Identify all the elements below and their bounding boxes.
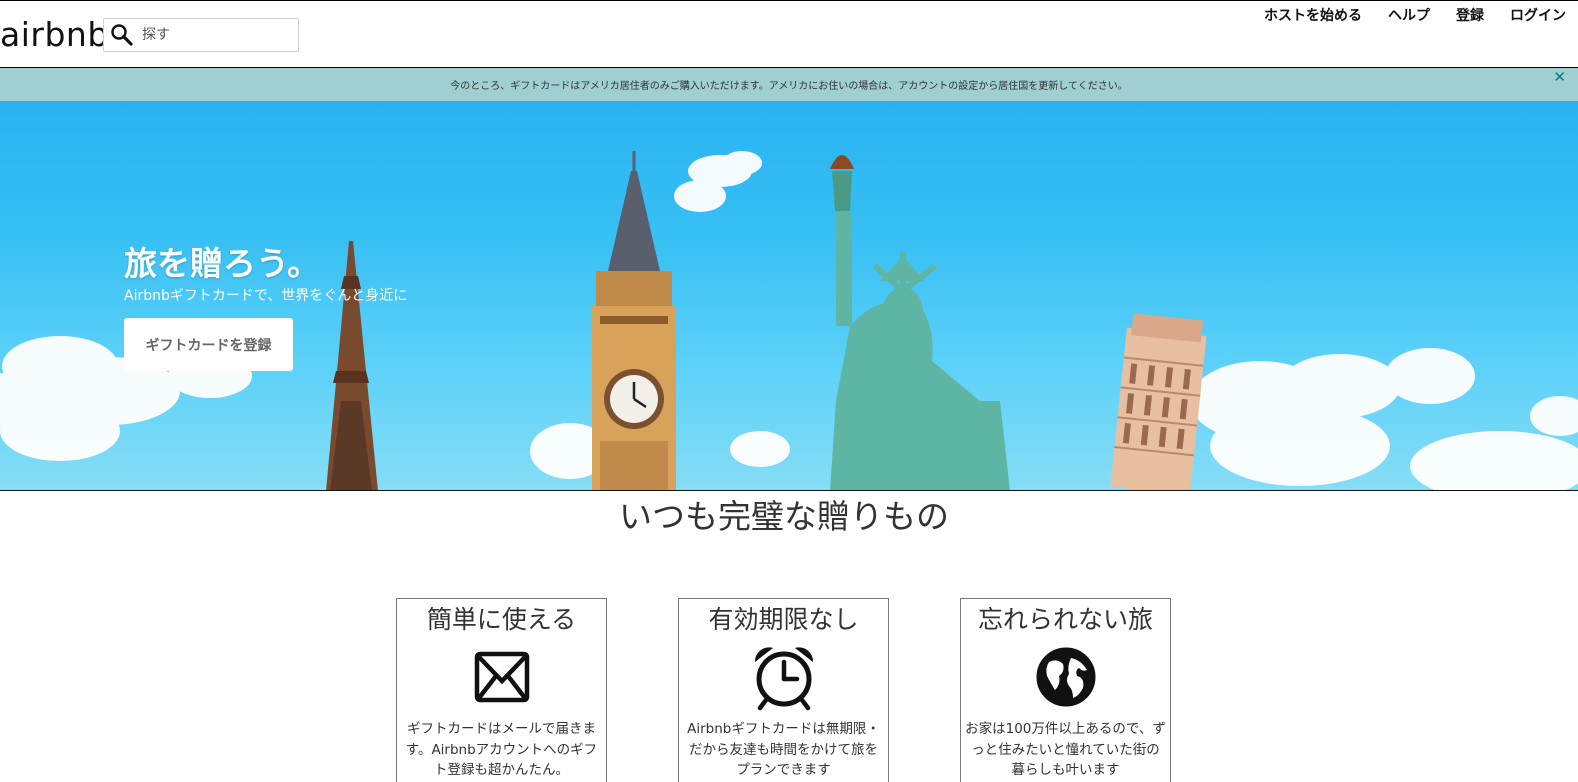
section-title: いつも完璧な贈りもの bbox=[619, 497, 949, 536]
search-box[interactable] bbox=[103, 18, 299, 52]
notice-banner: 今のところ、ギフトカードはアメリカ居住者のみご購入いただけます。アメリカにお住い… bbox=[0, 68, 1578, 101]
card-title: 簡単に使える bbox=[426, 605, 577, 634]
search-input[interactable] bbox=[142, 21, 292, 49]
hero-banner: 旅を贈ろう。 Airbnbギフトカードで、世界をぐんと身近に ギフトカードを登録 bbox=[0, 101, 1578, 491]
card-text: Airbnbギフトカードは無期限・だから友達も時間をかけて旅をプランできます bbox=[687, 721, 880, 778]
feature-card-memorable: 忘れられない旅 お家は100万件以上あるので、ずっと住みたいと憧れていた街の暮ら… bbox=[960, 598, 1171, 782]
register-gift-card-button[interactable]: ギフトカードを登録 bbox=[124, 318, 293, 371]
hero-subtitle: Airbnbギフトカードで、世界をぐんと身近に bbox=[124, 288, 408, 304]
card-title: 有効期限なし bbox=[708, 605, 859, 634]
top-nav: ホストを始める ヘルプ 登録 ログイン bbox=[1238, 5, 1566, 25]
search-icon[interactable] bbox=[108, 21, 136, 49]
nav-help[interactable]: ヘルプ bbox=[1388, 5, 1430, 25]
card-text: ギフトカードはメールで届きます。Airbnbアカウントへのギフト登録も超かんたん… bbox=[405, 721, 598, 778]
card-title: 忘れられない旅 bbox=[977, 605, 1153, 634]
airbnb-logo[interactable]: airbnb bbox=[0, 15, 109, 54]
feature-card-easy: 簡単に使える ギフトカードはメールで届きます。Airbnbアカウントへのギフト登… bbox=[396, 598, 607, 782]
nav-signup[interactable]: 登録 bbox=[1456, 5, 1484, 25]
notice-message: 今のところ、ギフトカードはアメリカ居住者のみご購入いただけます。アメリカにお住い… bbox=[450, 81, 1128, 92]
feature-card-no-expiry: 有効期限なし Airbnbギフトカードは無期限・だから友達も時間をかけて旅をプラ… bbox=[678, 598, 889, 782]
top-header: airbnb ホストを始める ヘルプ 登録 ログイン bbox=[0, 0, 1578, 68]
globe-icon bbox=[1031, 642, 1101, 712]
card-text: お家は100万件以上あるので、ずっと住みたいと憧れていた街の暮らしも叶います bbox=[965, 721, 1166, 778]
close-icon[interactable]: ✕ bbox=[1553, 68, 1566, 86]
hero-title: 旅を贈ろう。 bbox=[124, 244, 321, 283]
nav-login[interactable]: ログイン bbox=[1510, 5, 1566, 25]
alarm-clock-icon bbox=[749, 642, 819, 712]
nav-host[interactable]: ホストを始める bbox=[1264, 5, 1362, 25]
envelope-icon bbox=[467, 642, 537, 712]
